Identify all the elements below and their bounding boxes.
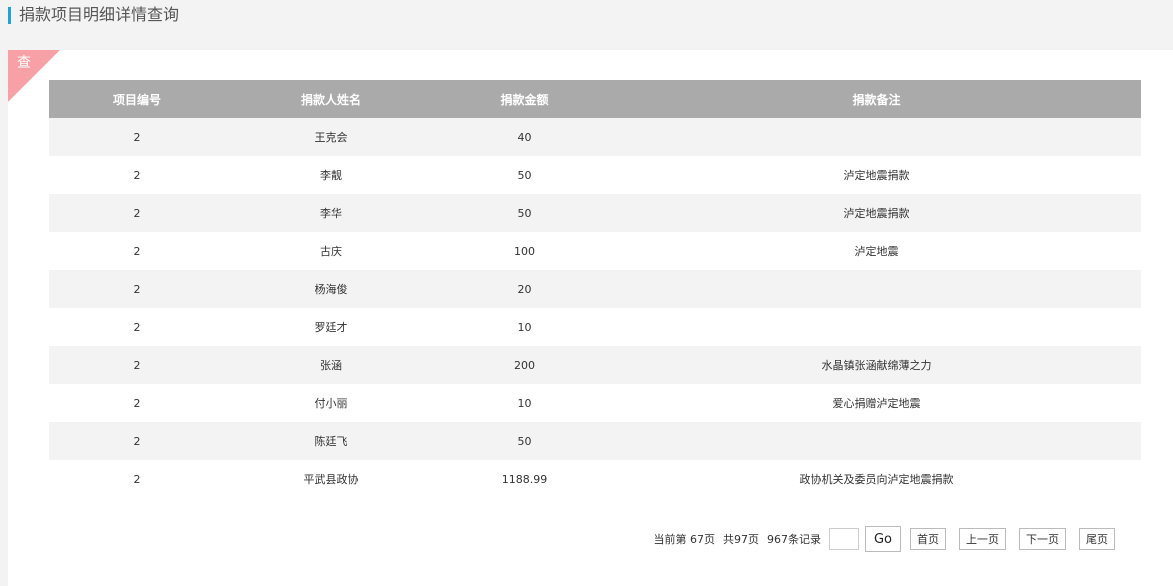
cell-amount: 50 (437, 194, 612, 232)
cell-note: 水晶镇张涵献绵薄之力 (612, 346, 1141, 384)
cell-note (612, 422, 1141, 460)
table-header-row: 项目编号 捐款人姓名 捐款金额 捐款备注 (49, 80, 1141, 118)
page-title: 捐款项目明细详情查询 (19, 5, 180, 24)
total-records-text: 967条记录 (767, 533, 821, 546)
cell-id: 2 (49, 118, 225, 156)
cell-id: 2 (49, 422, 225, 460)
cell-name: 王克会 (225, 118, 437, 156)
cell-name: 付小丽 (225, 384, 437, 422)
cell-name: 平武县政协 (225, 460, 437, 498)
cell-id: 2 (49, 384, 225, 422)
cell-amount: 200 (437, 346, 612, 384)
cell-name: 李靓 (225, 156, 437, 194)
prev-page-button[interactable]: 上一页 (959, 528, 1006, 550)
table-row: 2 古庆 100 泸定地震 (49, 232, 1141, 270)
cell-amount: 10 (437, 308, 612, 346)
column-header-name: 捐款人姓名 (225, 80, 437, 118)
cell-name: 李华 (225, 194, 437, 232)
table-row: 2 李华 50 泸定地震捐款 (49, 194, 1141, 232)
cell-name: 杨海俊 (225, 270, 437, 308)
first-page-button[interactable]: 首页 (910, 528, 946, 550)
table-row: 2 张涵 200 水晶镇张涵献绵薄之力 (49, 346, 1141, 384)
cell-id: 2 (49, 270, 225, 308)
cell-note (612, 270, 1141, 308)
total-pages-text: 共97页 (723, 533, 759, 546)
cell-id: 2 (49, 346, 225, 384)
current-page-text: 当前第 67页 (653, 533, 716, 546)
cell-note (612, 118, 1141, 156)
title-accent-bar (8, 7, 11, 24)
cell-name: 陈廷飞 (225, 422, 437, 460)
page-header: 捐款项目明细详情查询 (0, 0, 1173, 50)
table-row: 2 罗廷才 10 (49, 308, 1141, 346)
page-number-input[interactable] (829, 528, 859, 550)
cell-note (612, 308, 1141, 346)
table-row: 2 付小丽 10 爱心捐赠泸定地震 (49, 384, 1141, 422)
go-button[interactable]: Go (865, 526, 901, 552)
table-row: 2 平武县政协 1188.99 政协机关及委员向泸定地震捐款 (49, 460, 1141, 498)
cell-name: 罗廷才 (225, 308, 437, 346)
cell-id: 2 (49, 308, 225, 346)
cell-note: 爱心捐赠泸定地震 (612, 384, 1141, 422)
cell-amount: 40 (437, 118, 612, 156)
cell-amount: 50 (437, 156, 612, 194)
next-page-button[interactable]: 下一页 (1019, 528, 1066, 550)
table-row: 2 王克会 40 (49, 118, 1141, 156)
cell-note: 泸定地震 (612, 232, 1141, 270)
cell-id: 2 (49, 232, 225, 270)
cell-amount: 20 (437, 270, 612, 308)
column-header-note: 捐款备注 (612, 80, 1141, 118)
cell-id: 2 (49, 194, 225, 232)
cell-note: 泸定地震捐款 (612, 156, 1141, 194)
last-page-button[interactable]: 尾页 (1079, 528, 1115, 550)
column-header-id: 项目编号 (49, 80, 225, 118)
cell-amount: 1188.99 (437, 460, 612, 498)
table-row: 2 陈廷飞 50 (49, 422, 1141, 460)
cell-id: 2 (49, 156, 225, 194)
cell-amount: 50 (437, 422, 612, 460)
cell-note: 泸定地震捐款 (612, 194, 1141, 232)
query-panel: 查 项目编号 捐款人姓名 捐款金额 捐款备注 2 王克会 40 2 李靓 50 (8, 50, 1173, 586)
table-row: 2 李靓 50 泸定地震捐款 (49, 156, 1141, 194)
donation-table: 项目编号 捐款人姓名 捐款金额 捐款备注 2 王克会 40 2 李靓 50 泸定… (49, 80, 1141, 498)
column-header-amount: 捐款金额 (437, 80, 612, 118)
pagination: 当前第 67页 共97页 967条记录 Go 首页 上一页 下一页 尾页 (653, 526, 1115, 552)
cell-note: 政协机关及委员向泸定地震捐款 (612, 460, 1141, 498)
cell-name: 古庆 (225, 232, 437, 270)
table-row: 2 杨海俊 20 (49, 270, 1141, 308)
cell-id: 2 (49, 460, 225, 498)
cell-amount: 10 (437, 384, 612, 422)
corner-label: 查 (17, 55, 31, 71)
cell-amount: 100 (437, 232, 612, 270)
cell-name: 张涵 (225, 346, 437, 384)
